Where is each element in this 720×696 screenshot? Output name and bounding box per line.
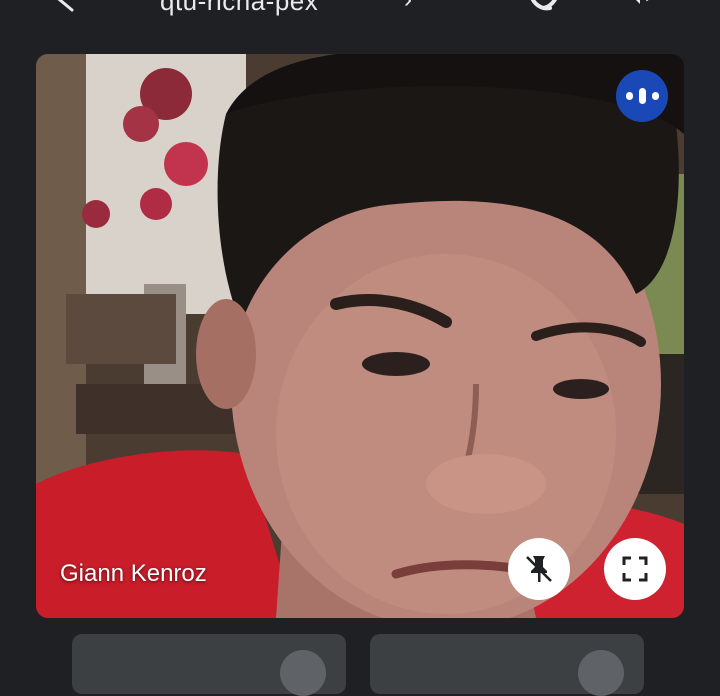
unpin-icon[interactable] [280,650,326,696]
participant-name: Giann Kenroz [60,560,207,587]
audio-level-icon [616,70,668,122]
participant-tile[interactable] [72,634,346,696]
unpin-icon[interactable] [578,650,624,696]
top-bar: qtu-rlcha-pex › [0,0,720,40]
meeting-code[interactable]: qtu-rlcha-pex [160,0,318,17]
participant-tile[interactable] [370,634,644,696]
fullscreen-icon [622,556,648,582]
unpin-button[interactable] [508,538,570,600]
participant-video-feed [36,54,684,618]
arrow-back-icon[interactable] [52,0,80,14]
unpin-icon [526,556,552,582]
camera-switch-icon[interactable] [524,0,564,16]
participant-video-tile[interactable]: Giann Kenroz [36,54,684,618]
chevron-right-icon[interactable]: › [404,0,412,14]
fullscreen-button[interactable] [604,538,666,600]
speaker-icon[interactable] [620,0,658,16]
